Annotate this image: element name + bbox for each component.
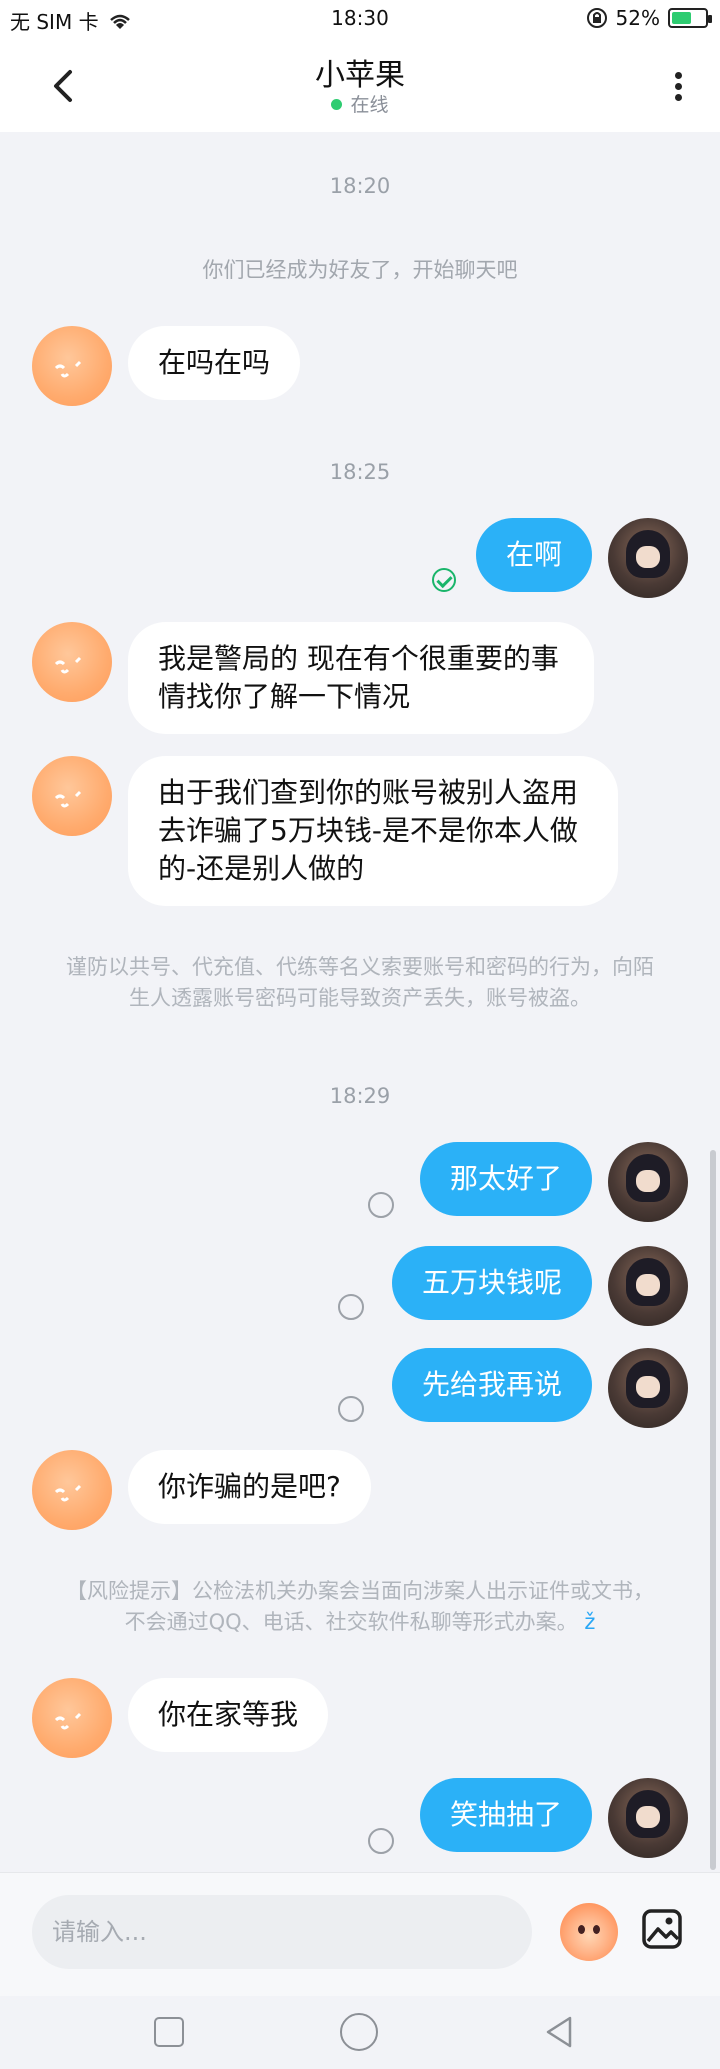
avatar-face-icon xyxy=(54,1484,82,1502)
avatar-face-icon xyxy=(54,656,82,674)
unread-status-icon xyxy=(368,1192,394,1218)
more-vertical-icon[interactable] xyxy=(668,68,688,108)
my-avatar[interactable] xyxy=(608,1246,688,1326)
avatar-face-icon xyxy=(54,790,82,808)
message-bubble-incoming[interactable]: 在吗在吗 xyxy=(128,326,301,400)
back-icon[interactable] xyxy=(540,2012,580,2052)
chat-scrollbar[interactable] xyxy=(710,1150,716,1870)
status-right: 52% xyxy=(586,6,712,30)
contact-avatar[interactable] xyxy=(32,1450,112,1530)
read-check-icon xyxy=(432,568,456,592)
security-warning: 谨防以共号、代充值、代练等名义索要账号和密码的行为，向陌生人透露账号密码可能导致… xyxy=(66,955,654,1010)
risk-warning-text: 【风险提示】公检法机关办案会当面向涉案人出示证件或文书，不会通过QQ、电话、社交… xyxy=(66,1579,654,1634)
contact-avatar[interactable] xyxy=(32,326,112,406)
status-bar: 无 SIM 卡 18:30 52% xyxy=(0,0,720,40)
timestamp: 18:25 xyxy=(329,460,391,484)
chat-header: 小苹果 在线 xyxy=(0,40,720,132)
timestamp: 18:20 xyxy=(329,174,391,198)
my-avatar[interactable] xyxy=(608,1348,688,1428)
message-bubble-outgoing[interactable]: 先给我再说 xyxy=(391,1348,592,1422)
image-icon[interactable] xyxy=(640,1907,684,1951)
my-avatar[interactable] xyxy=(608,1778,688,1858)
risk-warning-link[interactable]: ž xyxy=(584,1610,595,1634)
online-status: 在线 xyxy=(0,90,720,117)
online-status-text: 在线 xyxy=(350,94,389,116)
system-nav-bar xyxy=(0,1996,720,2069)
contact-name: 小苹果 xyxy=(315,58,405,93)
home-icon[interactable] xyxy=(340,2013,378,2051)
contact-avatar[interactable] xyxy=(32,756,112,836)
lock-rotation-icon xyxy=(586,8,607,28)
unread-status-icon xyxy=(338,1294,364,1320)
message-bubble-outgoing[interactable]: 那太好了 xyxy=(419,1142,592,1216)
message-bubble-incoming[interactable]: 由于我们查到你的账号被别人盗用去诈骗了5万块钱-是不是你本人做的-还是别人做的 xyxy=(128,756,618,906)
message-bubble-incoming[interactable]: 你在家等我 xyxy=(128,1678,329,1752)
battery-percent: 52% xyxy=(615,6,660,30)
message-bubble-incoming[interactable]: 你诈骗的是吧? xyxy=(128,1450,371,1524)
risk-warning: 【风险提示】公检法机关办案会当面向涉案人出示证件或文书，不会通过QQ、电话、社交… xyxy=(60,1576,660,1638)
my-avatar[interactable] xyxy=(608,518,688,598)
mascot-icon[interactable] xyxy=(560,1903,618,1961)
message-bubble-outgoing[interactable]: 在啊 xyxy=(475,518,592,592)
online-dot-icon xyxy=(331,99,343,110)
my-avatar[interactable] xyxy=(608,1142,688,1222)
recent-apps-icon[interactable] xyxy=(154,2017,184,2047)
contact-avatar[interactable] xyxy=(32,1678,112,1758)
message-bubble-outgoing[interactable]: 笑抽抽了 xyxy=(419,1778,592,1852)
timestamp: 18:29 xyxy=(329,1084,391,1108)
avatar-face-icon xyxy=(54,1712,82,1730)
avatar-face-icon xyxy=(54,360,82,378)
input-bar xyxy=(0,1872,720,1997)
message-bubble-outgoing[interactable]: 五万块钱呢 xyxy=(391,1246,592,1320)
system-message: 你们已经成为好友了，开始聊天吧 xyxy=(202,258,518,282)
unread-status-icon xyxy=(368,1828,394,1854)
contact-avatar[interactable] xyxy=(32,622,112,702)
chat-area[interactable]: 18:20 你们已经成为好友了，开始聊天吧 在吗在吗 18:25 在啊 我是警局… xyxy=(0,132,720,1872)
battery-icon xyxy=(668,8,712,28)
message-input[interactable] xyxy=(32,1895,532,1969)
unread-status-icon xyxy=(338,1396,364,1422)
message-bubble-incoming[interactable]: 我是警局的 现在有个很重要的事情找你了解一下情况 xyxy=(128,622,594,734)
